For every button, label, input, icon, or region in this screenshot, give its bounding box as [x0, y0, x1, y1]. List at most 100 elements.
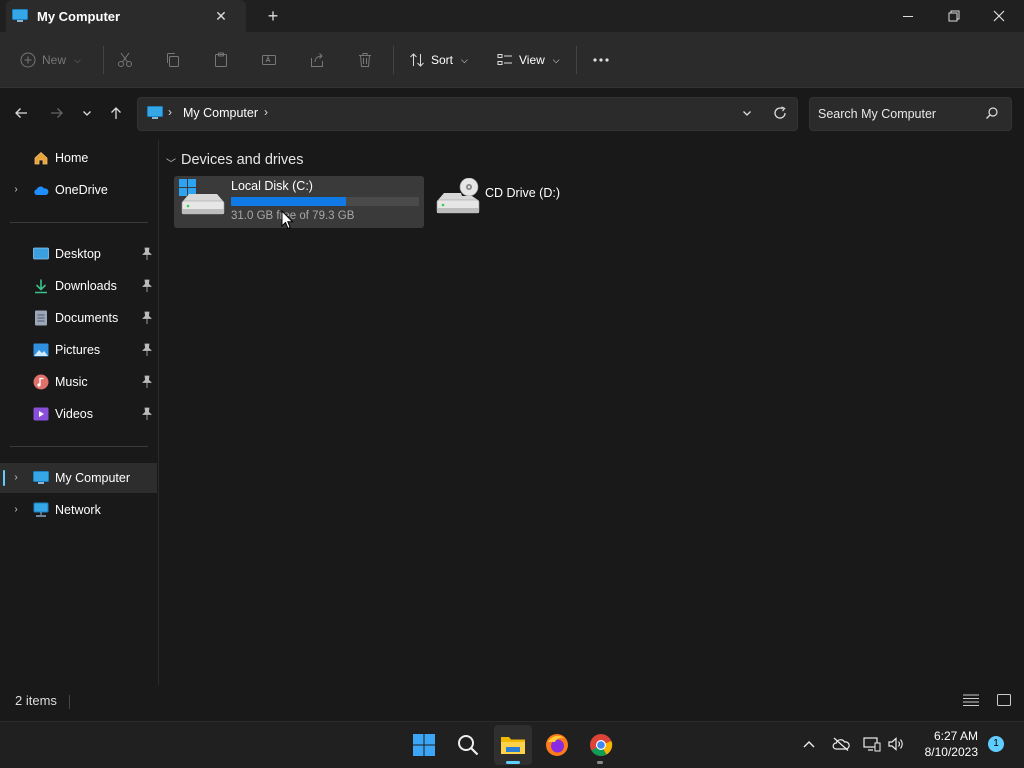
- restore-button[interactable]: [931, 0, 977, 32]
- pin-icon[interactable]: [141, 343, 153, 357]
- computer-icon: [147, 106, 163, 119]
- group-header-devices[interactable]: Devices and drives: [181, 152, 304, 168]
- sidebar-item-videos[interactable]: Videos: [0, 399, 157, 429]
- divider: [393, 46, 394, 74]
- active-app-indicator: [506, 761, 520, 764]
- delete-button[interactable]: [357, 44, 373, 76]
- show-hidden-icons-button[interactable]: [799, 734, 819, 754]
- cut-button[interactable]: [117, 44, 133, 76]
- sidebar-item-network[interactable]: › Network: [0, 495, 157, 525]
- view-label: View: [519, 53, 545, 67]
- share-button[interactable]: [309, 44, 325, 76]
- scissors-icon: [118, 52, 132, 67]
- pin-icon[interactable]: [141, 247, 153, 261]
- firefox-taskbar-button[interactable]: [538, 725, 576, 765]
- breadcrumb-my-computer[interactable]: My Computer: [183, 106, 258, 120]
- rename-button[interactable]: [261, 44, 277, 76]
- chevron-right-icon[interactable]: ›: [10, 183, 22, 197]
- refresh-icon: [774, 106, 786, 119]
- minimize-button[interactable]: [885, 0, 931, 32]
- close-window-button[interactable]: [976, 0, 1022, 32]
- paste-button[interactable]: [213, 44, 229, 76]
- chevron-right-icon[interactable]: ›: [10, 471, 22, 485]
- sidebar-item-documents[interactable]: Documents: [0, 303, 157, 333]
- tab-title: My Computer: [37, 9, 121, 24]
- speaker-icon: [888, 737, 903, 751]
- sort-button[interactable]: Sort ⌵: [409, 44, 468, 76]
- selection-indicator: [3, 470, 5, 486]
- drive-usage-fill: [231, 197, 346, 206]
- divider: [103, 46, 104, 74]
- network-icon: [33, 502, 49, 518]
- tab-close-button[interactable]: ✕: [212, 6, 230, 26]
- videos-icon: [33, 406, 49, 422]
- start-button[interactable]: [405, 725, 443, 765]
- network-tray-button[interactable]: [862, 734, 882, 754]
- sidebar-item-desktop[interactable]: Desktop: [0, 239, 157, 269]
- sort-icon: [410, 53, 424, 67]
- arrow-left-icon: [15, 108, 27, 118]
- pin-icon[interactable]: [141, 375, 153, 389]
- network-icon: [863, 737, 881, 752]
- chevron-down-icon: ⌵: [552, 54, 560, 65]
- sidebar-item-onedrive[interactable]: › OneDrive: [0, 175, 157, 205]
- volume-tray-button[interactable]: [886, 734, 906, 754]
- pin-icon[interactable]: [141, 311, 153, 325]
- drive-name[interactable]: CD Drive (D:): [485, 186, 560, 200]
- sidebar-item-home[interactable]: Home: [0, 143, 157, 173]
- open-app-indicator: [597, 761, 603, 764]
- sidebar-item-downloads[interactable]: Downloads: [0, 271, 157, 301]
- copy-button[interactable]: [165, 44, 181, 76]
- large-icons-view-icon[interactable]: [996, 692, 1012, 708]
- collapse-group-icon[interactable]: ﹀: [166, 155, 176, 170]
- file-explorer-taskbar-button[interactable]: [494, 725, 532, 765]
- sidebar-item-label: Home: [55, 151, 89, 165]
- music-icon: [33, 374, 49, 390]
- onedrive-tray-button[interactable]: [831, 734, 851, 754]
- new-tab-button[interactable]: +: [263, 5, 283, 27]
- share-icon: [311, 53, 323, 67]
- clock-date[interactable]: 8/10/2023: [916, 745, 978, 759]
- sidebar-item-label: Network: [55, 503, 101, 517]
- sort-label: Sort: [431, 53, 454, 67]
- details-view-icon[interactable]: [962, 692, 980, 708]
- view-list-icon: [497, 54, 512, 65]
- desktop-icon: [33, 246, 49, 262]
- sidebar-divider: [10, 446, 148, 447]
- sidebar-item-label: OneDrive: [55, 183, 108, 197]
- more-icon: [593, 58, 609, 62]
- forward-button[interactable]: [45, 100, 69, 126]
- pin-icon[interactable]: [141, 407, 153, 421]
- pin-icon[interactable]: [141, 279, 153, 293]
- chevron-right-icon[interactable]: ›: [10, 503, 22, 517]
- breadcrumb-separator[interactable]: ›: [168, 105, 172, 119]
- address-history-button[interactable]: [735, 100, 759, 126]
- sidebar-item-label: Pictures: [55, 343, 101, 357]
- refresh-button[interactable]: [768, 100, 792, 126]
- item-count: 2 items: [15, 693, 57, 708]
- recent-locations-button[interactable]: [75, 100, 99, 126]
- search-icon[interactable]: [985, 106, 999, 120]
- clock-time[interactable]: 6:27 AM: [920, 729, 978, 743]
- cd-drive-icon[interactable]: [434, 178, 480, 216]
- pictures-icon: [33, 342, 49, 358]
- search-taskbar-button[interactable]: [449, 725, 487, 765]
- sidebar-item-label: My Computer: [55, 471, 131, 485]
- sidebar-item-music[interactable]: Music: [0, 367, 157, 397]
- breadcrumb-separator[interactable]: ›: [264, 105, 268, 119]
- sidebar-item-my-computer[interactable]: › My Computer: [0, 463, 157, 493]
- chevron-down-icon: ⌵: [461, 54, 468, 65]
- plus-circle-icon: [20, 52, 36, 68]
- more-options-button[interactable]: [592, 44, 610, 76]
- new-button[interactable]: New ⌵: [20, 44, 81, 76]
- back-button[interactable]: [9, 100, 33, 126]
- search-input[interactable]: [818, 105, 978, 123]
- search-icon: [458, 735, 479, 756]
- up-button[interactable]: [104, 100, 128, 126]
- view-button[interactable]: View ⌵: [497, 44, 560, 76]
- sidebar-item-label: Downloads: [55, 279, 117, 293]
- rename-icon: [262, 55, 276, 65]
- chrome-taskbar-button[interactable]: [582, 725, 620, 765]
- notification-badge[interactable]: 1: [988, 736, 1004, 752]
- sidebar-item-pictures[interactable]: Pictures: [0, 335, 157, 365]
